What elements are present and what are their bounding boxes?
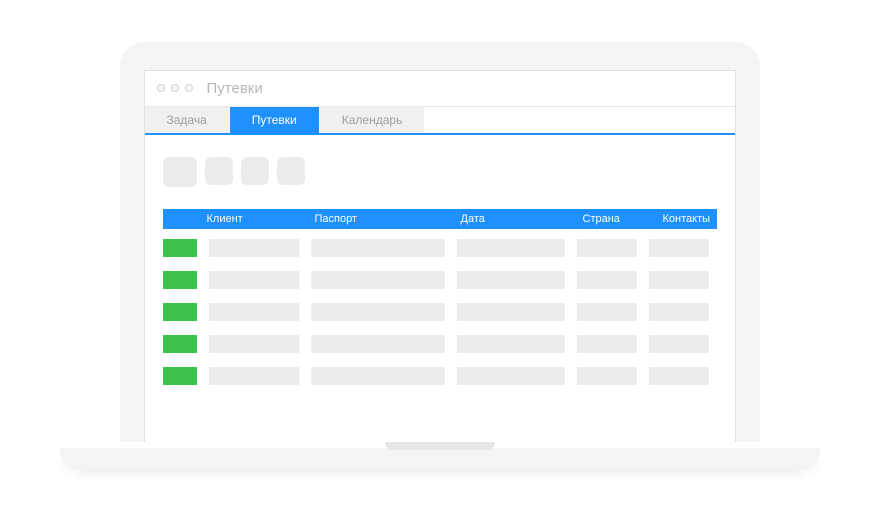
th-client: Клиент bbox=[207, 213, 315, 225]
cell-country bbox=[577, 303, 637, 321]
toolbar-button-2[interactable] bbox=[205, 157, 233, 185]
tab-label: Задача bbox=[167, 113, 207, 127]
cell-client bbox=[209, 271, 299, 289]
status-badge bbox=[163, 303, 197, 321]
table-row[interactable] bbox=[163, 303, 717, 321]
tab-label: Календарь bbox=[342, 113, 403, 127]
cell-date bbox=[457, 239, 565, 257]
status-badge bbox=[163, 271, 197, 289]
laptop-base bbox=[60, 442, 820, 470]
cell-contacts bbox=[649, 303, 709, 321]
table-row[interactable] bbox=[163, 335, 717, 353]
toolbar-button-4[interactable] bbox=[277, 157, 305, 185]
cell-passport bbox=[311, 367, 445, 385]
cell-contacts bbox=[649, 239, 709, 257]
cell-date bbox=[457, 303, 565, 321]
app-window: Путевки Задача Путевки Календарь bbox=[144, 70, 736, 442]
cell-client bbox=[209, 239, 299, 257]
tab-task[interactable]: Задача bbox=[145, 107, 229, 133]
th-passport: Паспорт bbox=[315, 213, 461, 225]
cell-date bbox=[457, 367, 565, 385]
status-badge bbox=[163, 335, 197, 353]
cell-date bbox=[457, 335, 565, 353]
table-header: Клиент Паспорт Дата Страна Контакты bbox=[163, 209, 717, 229]
toolbar bbox=[163, 157, 717, 187]
cell-client bbox=[209, 303, 299, 321]
traffic-lights bbox=[157, 84, 193, 92]
cell-client bbox=[209, 335, 299, 353]
close-icon[interactable] bbox=[157, 84, 165, 92]
toolbar-button-3[interactable] bbox=[241, 157, 269, 185]
cell-passport bbox=[311, 335, 445, 353]
th-country: Страна bbox=[583, 213, 663, 225]
tab-vouchers[interactable]: Путевки bbox=[230, 107, 319, 133]
tab-label: Путевки bbox=[252, 113, 297, 127]
maximize-icon[interactable] bbox=[185, 84, 193, 92]
laptop-screen: Путевки Задача Путевки Календарь bbox=[120, 42, 760, 442]
cell-country bbox=[577, 239, 637, 257]
cell-date bbox=[457, 271, 565, 289]
cell-contacts bbox=[649, 367, 709, 385]
th-date: Дата bbox=[461, 213, 583, 225]
cell-passport bbox=[311, 303, 445, 321]
th-contacts: Контакты bbox=[663, 213, 717, 225]
tab-bar: Задача Путевки Календарь bbox=[145, 107, 735, 135]
cell-contacts bbox=[649, 335, 709, 353]
cell-passport bbox=[311, 239, 445, 257]
tab-calendar[interactable]: Календарь bbox=[320, 107, 425, 133]
table-body bbox=[163, 239, 717, 385]
window-title: Путевки bbox=[207, 80, 263, 97]
status-badge bbox=[163, 239, 197, 257]
laptop-mockup: Путевки Задача Путевки Календарь bbox=[60, 42, 820, 470]
cell-client bbox=[209, 367, 299, 385]
table-row[interactable] bbox=[163, 367, 717, 385]
toolbar-button-1[interactable] bbox=[163, 157, 197, 187]
cell-contacts bbox=[649, 271, 709, 289]
cell-country bbox=[577, 367, 637, 385]
cell-country bbox=[577, 271, 637, 289]
table-row[interactable] bbox=[163, 271, 717, 289]
window-titlebar: Путевки bbox=[145, 71, 735, 107]
minimize-icon[interactable] bbox=[171, 84, 179, 92]
status-badge bbox=[163, 367, 197, 385]
cell-passport bbox=[311, 271, 445, 289]
content-area: Клиент Паспорт Дата Страна Контакты bbox=[145, 135, 735, 442]
cell-country bbox=[577, 335, 637, 353]
table-row[interactable] bbox=[163, 239, 717, 257]
